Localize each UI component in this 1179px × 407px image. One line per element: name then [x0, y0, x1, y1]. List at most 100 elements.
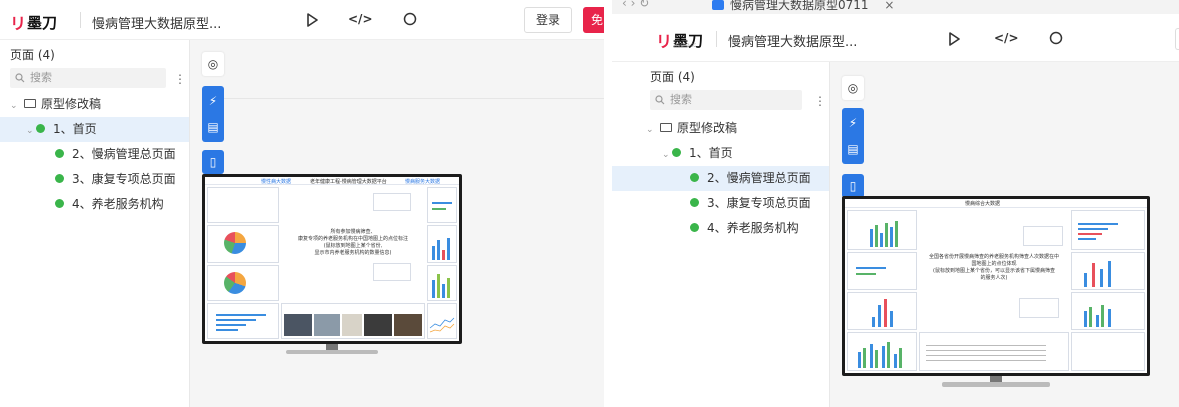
hbar	[216, 329, 238, 331]
play-icon[interactable]	[302, 13, 322, 27]
mini-panel	[1071, 210, 1145, 250]
map-area: 所有参加慢病筛查、 康复专项的养老服务机构在中国地图上的点位标注 (鼠标放到地图…	[281, 187, 425, 301]
tree-item-page-2[interactable]: 2、慢病管理总页面	[0, 142, 189, 167]
tree-item-page-1[interactable]: ⌄ 1、首页	[0, 117, 189, 142]
tree-item-page-3[interactable]: 3、康复专项总页面	[612, 191, 829, 216]
header-divider	[716, 31, 717, 47]
tree-item-page-2[interactable]: 2、慢病管理总页面	[612, 166, 829, 191]
hbar	[1078, 238, 1096, 240]
table-line	[926, 360, 1046, 361]
map-note-line: 所有参加慢病筛查、	[330, 229, 376, 235]
tree-folder-root[interactable]: ⌄ 原型修改稿	[0, 92, 189, 117]
phone-icon[interactable]: ▯	[842, 175, 864, 197]
tree-item-page-3[interactable]: 3、康复专项总页面	[0, 167, 189, 192]
comment-icon[interactable]	[400, 12, 420, 26]
pie-chart	[224, 272, 246, 294]
dashboard-screen[interactable]: 慢病综合大数据 全国各省份开展慢病筛查的养老服务机构筛查人次数据在中 国地图上的…	[845, 199, 1147, 373]
map-note-line: 的服务人次)	[980, 275, 1008, 281]
dashboard-screen[interactable]: 慢性病大数据 老年健康工程-慢病管理大数据平台 慢病服务大数据 所有参加慢病筛查…	[205, 177, 459, 341]
page-search-input[interactable]: 搜索	[10, 68, 166, 88]
page-sidebar: 页面 (4) 搜索 ⋮ ⌄ 原型修改稿 ⌄ 1、首页 2、慢病管理总页面 3、康复专…	[0, 40, 190, 407]
logo-subtext: MODAO.CC	[674, 43, 697, 48]
bar	[878, 305, 881, 327]
mini-panel	[207, 225, 279, 263]
folder-icon	[660, 123, 672, 132]
target-tool[interactable]: ◎	[842, 76, 864, 100]
tree-item-label: 1、首页	[689, 146, 733, 160]
browser-nav-icons[interactable]: ‹ › ↻	[622, 0, 649, 10]
bar	[1101, 305, 1104, 327]
bolt-icon[interactable]: ⚡	[842, 112, 864, 134]
chevron-down-icon[interactable]: ⌄	[10, 94, 20, 119]
doc-icon[interactable]: ▤	[842, 138, 864, 160]
bar	[447, 238, 450, 260]
phone-icon[interactable]: ▯	[202, 151, 224, 173]
favicon-icon	[712, 0, 724, 10]
project-title[interactable]: 慢病管理大数据原型...	[728, 31, 857, 50]
play-icon[interactable]	[944, 32, 964, 46]
page-search-input[interactable]: 搜索	[650, 90, 802, 110]
bar	[1084, 311, 1087, 327]
bar	[890, 227, 893, 247]
bar-panel	[847, 210, 917, 250]
map-note-line: 显示市内养老服务机构的数量信息)	[314, 250, 392, 256]
bar	[432, 246, 435, 260]
code-icon[interactable]: </>	[994, 31, 1019, 45]
map-note: 全国各省份开展慢病筛查的养老服务机构筛查人次数据在中 国地图上的点位体现 (鼠标…	[919, 254, 1069, 282]
line-chart	[429, 317, 455, 333]
modao-logo[interactable]: リ 墨刀	[10, 10, 57, 34]
mini-panel	[427, 187, 457, 223]
tooltip-box	[373, 263, 411, 281]
hbar	[432, 202, 452, 204]
browser-tab[interactable]: 慢病管理大数据原型0711 ×	[712, 0, 894, 14]
trial-button[interactable]: 免	[583, 7, 604, 33]
map-note-line: 康复专项的养老服务机构在中国地图上的点位标注	[297, 236, 408, 242]
target-icon[interactable]: ◎	[202, 53, 224, 75]
bar	[1100, 269, 1103, 287]
split-gutter	[604, 0, 612, 407]
tree-item-label: 4、养老服务机构	[707, 221, 799, 235]
chevron-down-icon[interactable]: ⌄	[646, 118, 656, 143]
screen-tab: 慢性病大数据	[261, 179, 292, 185]
map-note-line: 国地图上的点位体现	[971, 261, 1017, 267]
bar	[1108, 261, 1111, 287]
chevron-down-icon[interactable]: ⌄	[662, 143, 672, 168]
tree-item-page-4[interactable]: 4、养老服务机构	[0, 192, 189, 217]
target-icon[interactable]: ◎	[842, 77, 864, 99]
photo	[342, 314, 362, 336]
doc-icon[interactable]: ▤	[202, 116, 224, 138]
design-canvas[interactable]: ◎ ⚡ ▤ ▯ ON 慢病综合大数据	[830, 62, 1179, 407]
close-icon[interactable]: ×	[884, 0, 894, 12]
bar	[870, 344, 873, 368]
tree-item-label: 1、首页	[53, 122, 97, 136]
tree-item-page-4[interactable]: 4、养老服务机构	[612, 216, 829, 241]
tree-item-page-1[interactable]: ⌄ 1、首页	[612, 141, 829, 166]
device-tool: ▯	[842, 174, 864, 198]
modao-logo[interactable]: リ 墨刀 MODAO.CC	[656, 28, 703, 52]
bolt-icon[interactable]: ⚡	[202, 90, 224, 112]
bar	[872, 317, 875, 327]
tooltip-box	[373, 193, 411, 211]
bar	[863, 348, 866, 368]
chevron-down-icon[interactable]: ⌄	[26, 119, 36, 144]
map-area: 全国各省份开展慢病筛查的养老服务机构筛查人次数据在中 国地图上的点位体现 (鼠标…	[919, 210, 1069, 330]
mini-panel	[207, 303, 279, 339]
tree-folder-root[interactable]: ⌄ 原型修改稿	[612, 116, 829, 141]
login-button-edge[interactable]	[1175, 28, 1179, 50]
code-icon[interactable]: </>	[348, 12, 373, 26]
bar-panel	[1071, 292, 1145, 330]
hbar	[216, 314, 266, 316]
comment-icon[interactable]	[1046, 31, 1066, 45]
target-tool[interactable]: ◎	[202, 52, 224, 76]
bar	[447, 278, 450, 298]
screen-header: 慢病综合大数据	[845, 199, 1147, 208]
login-button[interactable]: 登录	[524, 7, 572, 33]
table-panel	[919, 332, 1069, 371]
hbar	[1078, 223, 1118, 225]
monitor-frame: 慢病综合大数据 全国各省份开展慢病筛查的养老服务机构筛查人次数据在中 国地图上的…	[842, 196, 1150, 376]
device-tool: ▯	[202, 150, 224, 174]
design-canvas[interactable]: ◎ ⚡ ▤ ▯ ON 慢性病大数据 老年健康工程-慢病管理大数据平台 慢病服务大…	[190, 40, 604, 407]
more-icon[interactable]: ⋮	[174, 73, 186, 85]
more-icon[interactable]: ⋮	[814, 95, 826, 107]
project-title[interactable]: 慢病管理大数据原型...	[92, 13, 221, 32]
